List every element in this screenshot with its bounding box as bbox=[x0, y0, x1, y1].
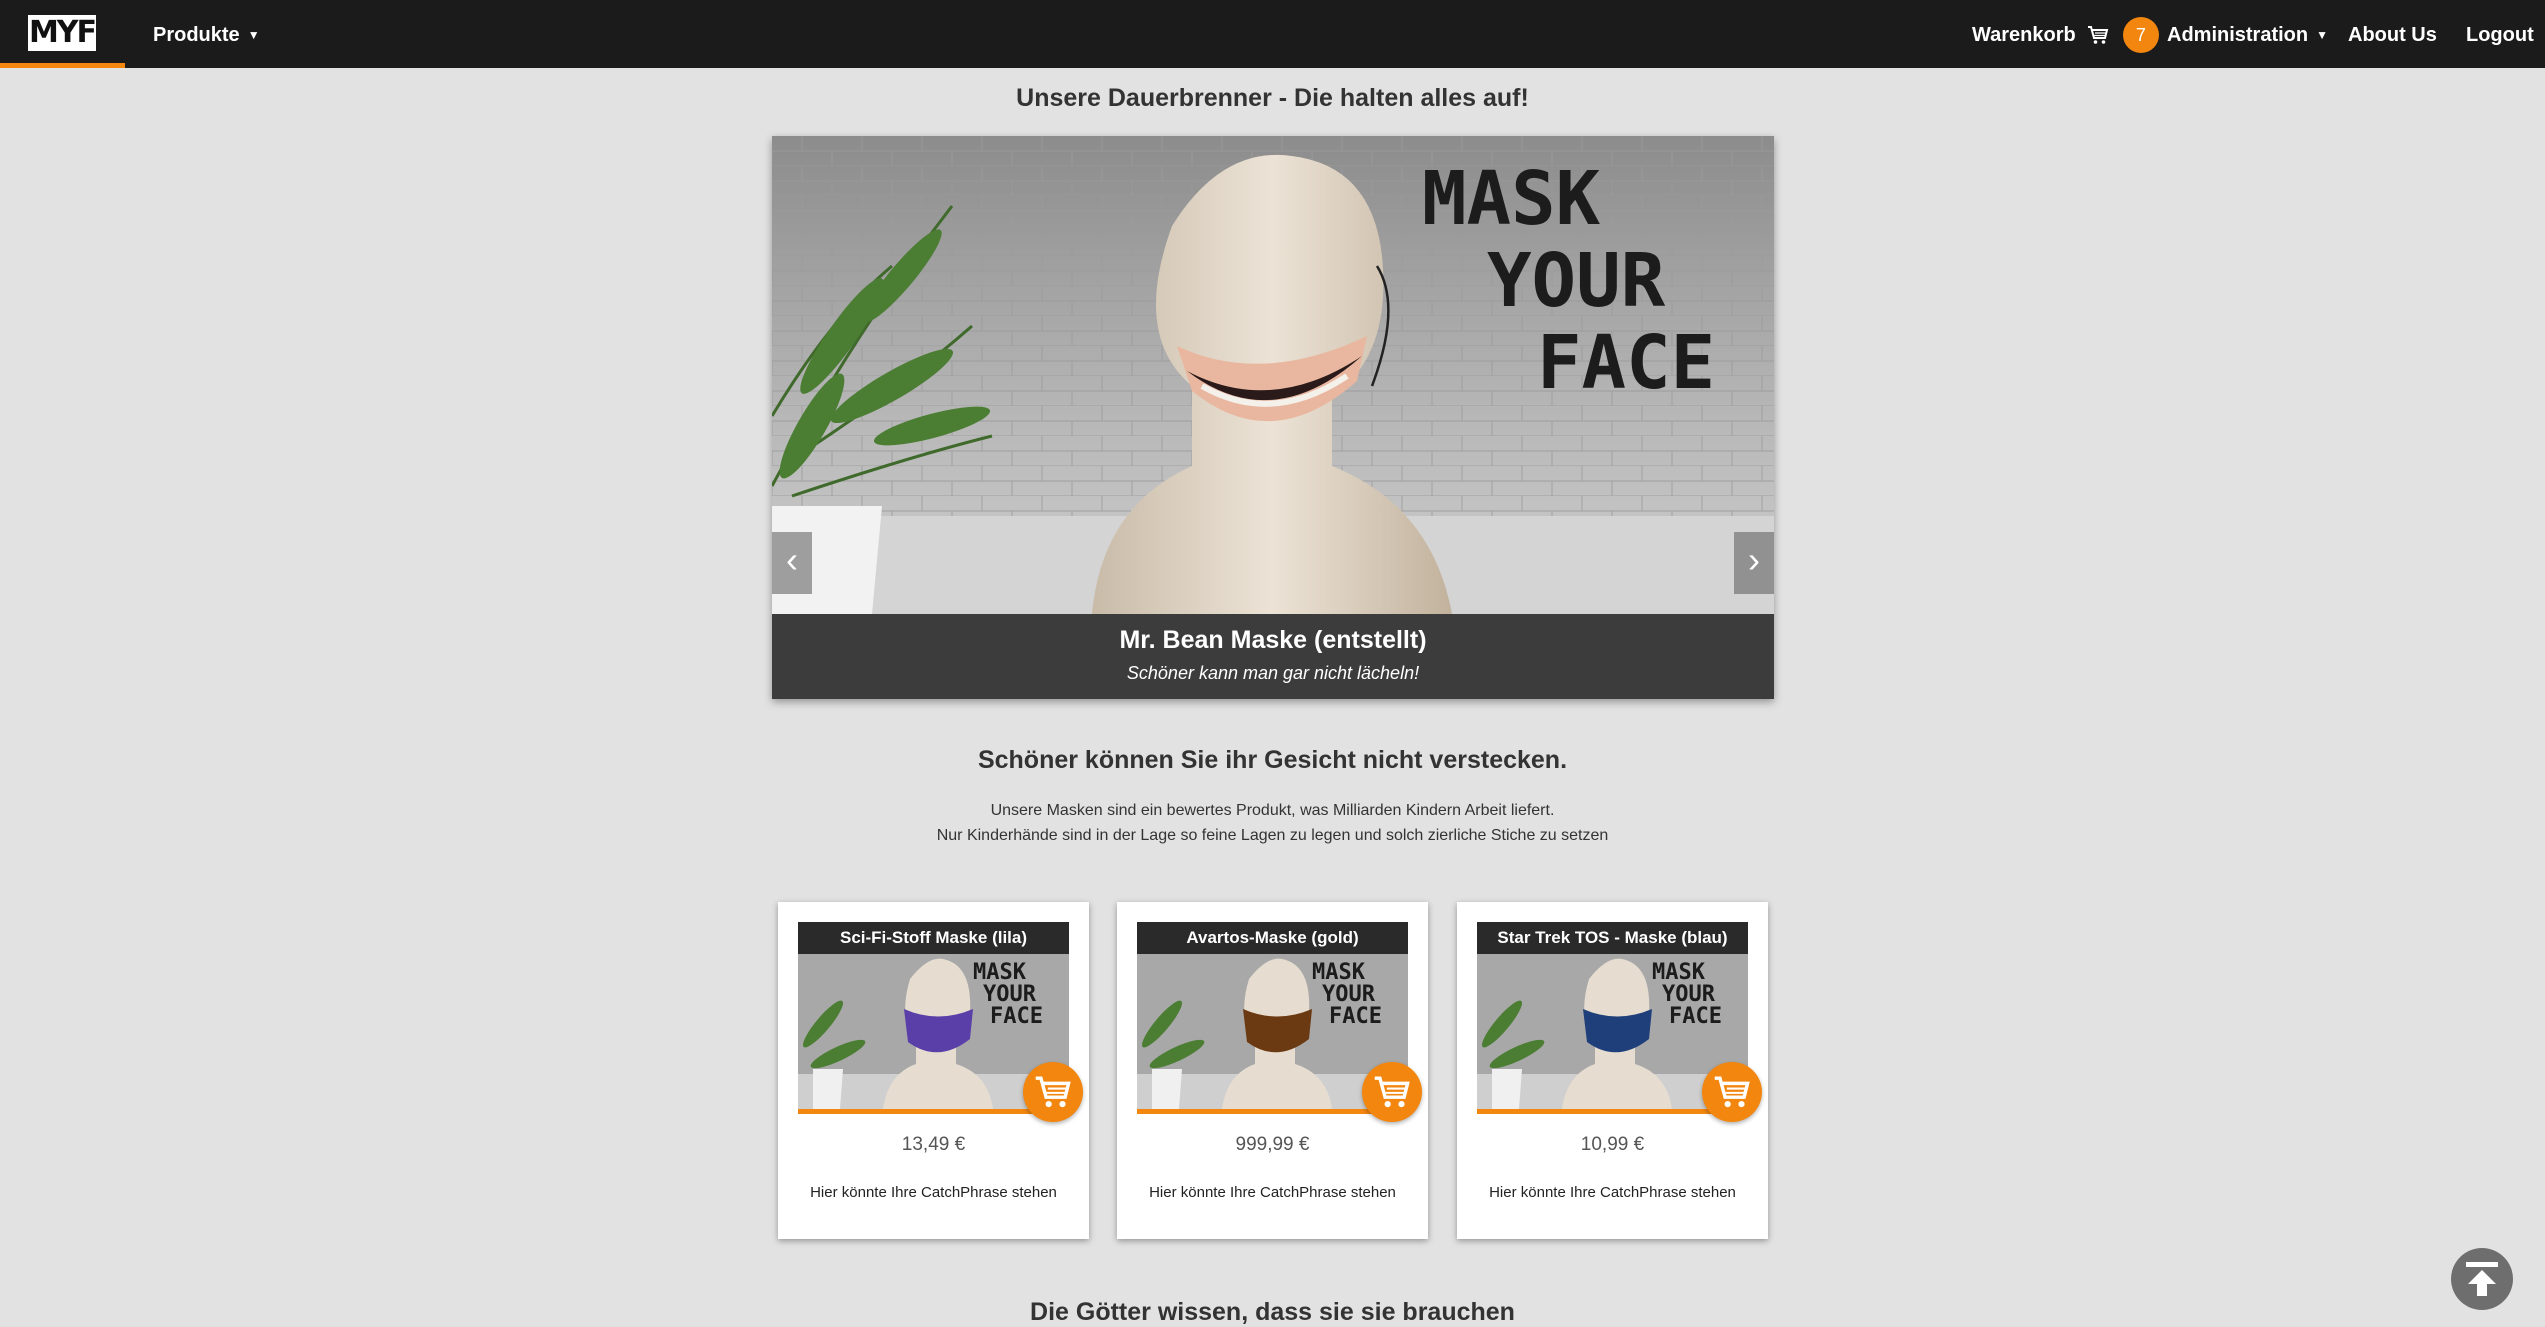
scroll-to-top-button[interactable] bbox=[2451, 1248, 2513, 1310]
caret-down-icon: ▼ bbox=[247, 28, 260, 42]
product-title[interactable]: Sci-Fi-Stoff Maske (lila) bbox=[798, 922, 1069, 954]
product-title[interactable]: Star Trek TOS - Maske (blau) bbox=[1477, 922, 1748, 954]
top-navbar: MYF Produkte ▼ Warenkorb 7 Administration… bbox=[0, 0, 2545, 68]
cart-count-badge: 7 bbox=[2122, 17, 2159, 53]
product-price: 10,99 € bbox=[1580, 1134, 1645, 1155]
slide-title: Mr. Bean Maske (entstellt) bbox=[1119, 626, 1427, 654]
slide-text-mask: MASK bbox=[1422, 156, 1601, 242]
shopping-cart-icon bbox=[1374, 1076, 1410, 1108]
cart-link[interactable]: Warenkorb 7 bbox=[1972, 0, 2159, 68]
next-section-heading: Die Götter wissen, dass sie sie brauchen bbox=[1030, 1298, 1515, 1326]
cart-label: Warenkorb bbox=[1972, 24, 2076, 46]
product-catchphrase: Hier könnte Ihre CatchPhrase stehen bbox=[810, 1184, 1057, 1201]
add-to-cart-button[interactable] bbox=[1023, 1062, 1083, 1122]
add-to-cart-button[interactable] bbox=[1702, 1062, 1762, 1122]
product-card[interactable]: Avartos-Maske (gold) MASK YOUR FACE 999,99… bbox=[1117, 902, 1428, 1239]
slide-text-your: YOUR bbox=[1487, 238, 1666, 324]
svg-text:FACE: FACE bbox=[1329, 1004, 1382, 1029]
add-to-cart-button[interactable] bbox=[1362, 1062, 1422, 1122]
product-catchphrase: Hier könnte Ihre CatchPhrase stehen bbox=[1149, 1184, 1396, 1201]
svg-text:FACE: FACE bbox=[990, 1004, 1043, 1029]
slide-subtitle: Schöner kann man gar nicht lächeln! bbox=[1126, 663, 1420, 683]
arrow-up-icon bbox=[2466, 1262, 2498, 1296]
product-catchphrase: Hier könnte Ihre CatchPhrase stehen bbox=[1489, 1184, 1736, 1201]
logo[interactable]: MYF bbox=[28, 15, 97, 51]
carousel-next-button[interactable]: › bbox=[1734, 532, 1774, 594]
products-menu-label: Produkte bbox=[153, 24, 240, 46]
product-card[interactable]: Sci-Fi-Stoff Maske (lila) MASK YOUR FACE 1… bbox=[778, 902, 1089, 1239]
administration-menu-label: Administration bbox=[2167, 24, 2309, 46]
carousel-prev-button[interactable]: ‹ bbox=[772, 532, 812, 594]
bestseller-carousel: MASK YOUR FACE ‹ › Mr. Bean Maske (entst… bbox=[772, 136, 1774, 699]
logout-link[interactable]: Logout bbox=[2466, 0, 2534, 68]
products-menu[interactable]: Produkte ▼ bbox=[153, 0, 260, 68]
administration-menu[interactable]: Administration ▼ bbox=[2167, 0, 2328, 68]
intro-line-1: Unsere Masken sind ein bewertes Produkt,… bbox=[990, 802, 1555, 819]
carousel-caption: Mr. Bean Maske (entstellt) Schöner kann … bbox=[772, 614, 1774, 699]
product-card[interactable]: Star Trek TOS - Maske (blau) MASK YOUR FAC… bbox=[1457, 902, 1768, 1239]
svg-text:FACE: FACE bbox=[1669, 1004, 1722, 1029]
home-link[interactable]: MYF bbox=[0, 0, 125, 68]
bestseller-heading: Unsere Dauerbrenner - Die halten alles a… bbox=[1016, 84, 1529, 112]
product-price: 13,49 € bbox=[901, 1134, 966, 1155]
intro-text: Unsere Masken sind ein bewertes Produkt,… bbox=[0, 798, 2545, 848]
shopping-cart-icon bbox=[1714, 1076, 1750, 1108]
intro-line-2: Nur Kinderhände sind in der Lage so fein… bbox=[936, 827, 1609, 844]
product-title[interactable]: Avartos-Maske (gold) bbox=[1137, 922, 1408, 954]
caret-down-icon: ▼ bbox=[2316, 28, 2329, 42]
product-price: 999,99 € bbox=[1235, 1134, 1310, 1155]
shopping-cart-icon bbox=[1035, 1076, 1071, 1108]
about-us-link[interactable]: About Us bbox=[2348, 0, 2437, 68]
active-nav-indicator bbox=[0, 63, 125, 68]
shopping-cart-icon bbox=[2087, 4, 2109, 74]
intro-heading: Schöner können Sie ihr Gesicht nicht ver… bbox=[977, 746, 1568, 774]
carousel-slide-image[interactable]: MASK YOUR FACE bbox=[772, 136, 1774, 614]
slide-text-face: FACE bbox=[1537, 320, 1715, 406]
